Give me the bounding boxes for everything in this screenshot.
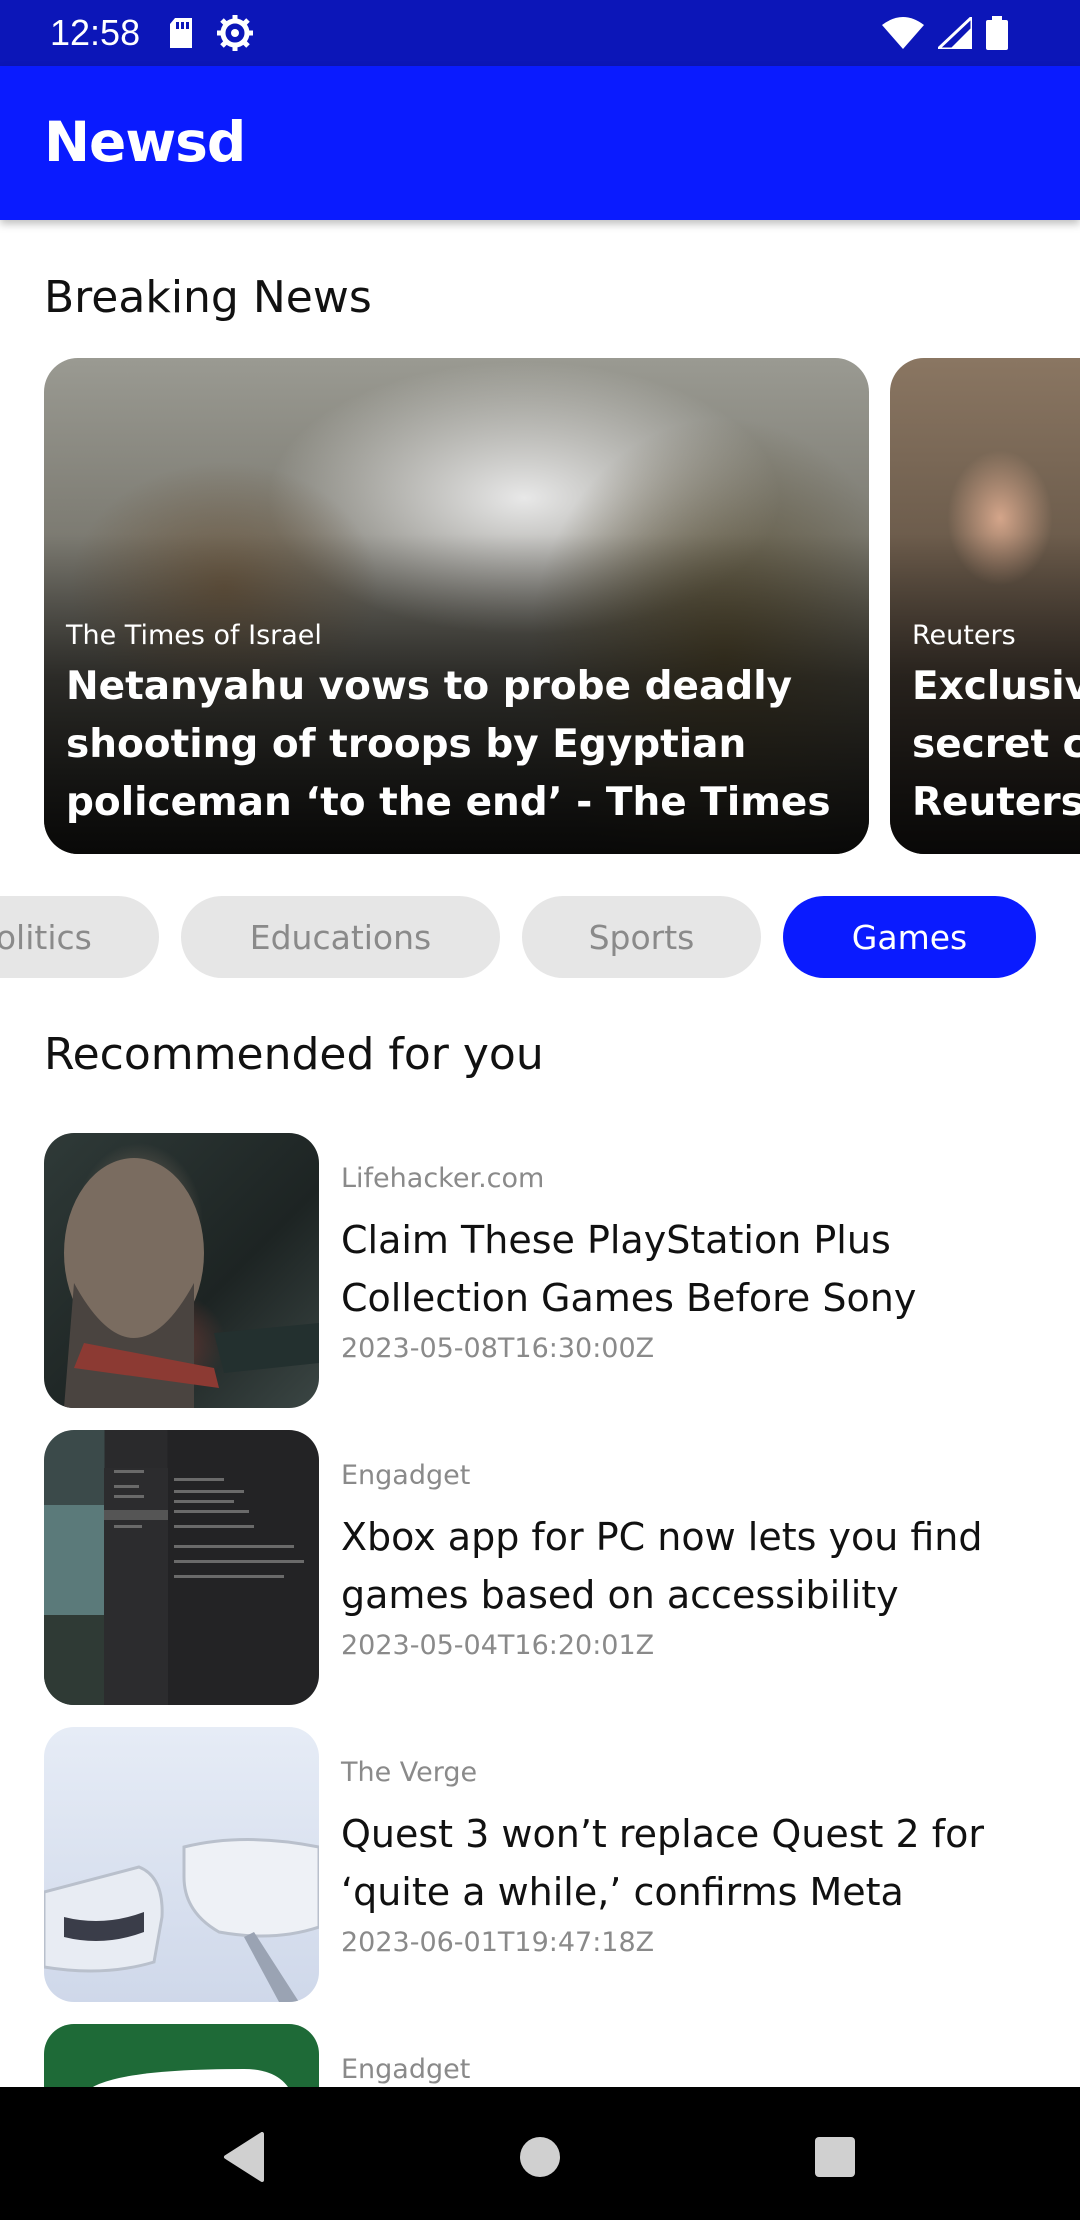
home-button[interactable]: [510, 2127, 570, 2187]
category-chips: Politics Educations Sports Games: [0, 896, 1080, 980]
news-source: Engadget: [341, 1460, 471, 1491]
breaking-card-title: Exclusive secret co Reuters.c: [912, 664, 1080, 825]
thumbnail-art: [44, 1838, 319, 2002]
news-thumbnail: [44, 1430, 319, 1705]
settings-icon: [217, 15, 253, 51]
app-bar: Newsd: [0, 66, 1080, 220]
news-thumbnail: [44, 1727, 319, 2002]
news-source: The Verge: [341, 1757, 478, 1788]
signal-icon: [938, 17, 972, 49]
sd-card-icon: [170, 18, 192, 48]
system-nav-bar: [0, 2087, 1080, 2220]
chip-politics[interactable]: Politics: [0, 896, 159, 978]
news-item[interactable]: Engadget Xbox app for PC now lets you fi…: [44, 1430, 1044, 1706]
wifi-icon: [882, 17, 924, 49]
recents-icon: [815, 2137, 855, 2177]
chip-sports[interactable]: Sports: [522, 896, 761, 978]
chip-educations[interactable]: Educations: [181, 896, 500, 978]
status-bar: 12:58: [0, 0, 1080, 66]
news-item[interactable]: The Verge Quest 3 won’t replace Quest 2 …: [44, 1727, 1044, 2003]
news-item[interactable]: Lifehacker.com Claim These PlayStation P…: [44, 1133, 1044, 1409]
news-source: Engadget: [341, 2054, 471, 2085]
thumbnail-art: [64, 1158, 319, 1408]
news-date: 2023-06-01T19:47:18Z: [341, 1927, 655, 1958]
battery-icon: [986, 16, 1008, 50]
news-date: 2023-05-08T16:30:00Z: [341, 1333, 655, 1364]
recommended-heading: Recommended for you: [44, 1029, 544, 1080]
back-icon: [224, 2132, 264, 2182]
home-icon: [520, 2137, 560, 2177]
chip-games[interactable]: Games: [783, 896, 1036, 978]
news-title: Quest 3 won’t replace Quest 2 for ‘quite…: [341, 1812, 985, 1914]
back-button[interactable]: [214, 2127, 274, 2187]
app-title: Newsd: [44, 110, 246, 174]
breaking-card-title: Netanyahu vows to probe deadly shooting …: [66, 664, 831, 825]
news-source: Lifehacker.com: [341, 1163, 545, 1194]
thumbnail-art: [44, 1468, 304, 1705]
breaking-card[interactable]: Reuters Exclusive secret co Reuters.c: [890, 358, 1080, 854]
news-title: Claim These PlayStation Plus Collection …: [341, 1218, 917, 1320]
status-right-icons: [882, 14, 1008, 52]
status-time: 12:58: [50, 12, 141, 53]
status-left-icons: [168, 14, 254, 52]
recents-button[interactable]: [805, 2127, 865, 2187]
breaking-card[interactable]: The Times of Israel Netanyahu vows to pr…: [44, 358, 869, 854]
breaking-card-source: The Times of Israel: [66, 620, 322, 651]
breaking-news-carousel[interactable]: The Times of Israel Netanyahu vows to pr…: [0, 358, 1080, 854]
breaking-news-heading: Breaking News: [44, 272, 372, 323]
news-thumbnail: [44, 1133, 319, 1408]
breaking-card-source: Reuters: [912, 620, 1016, 651]
news-date: 2023-05-04T16:20:01Z: [341, 1630, 655, 1661]
news-title: Xbox app for PC now lets you find games …: [341, 1515, 983, 1617]
